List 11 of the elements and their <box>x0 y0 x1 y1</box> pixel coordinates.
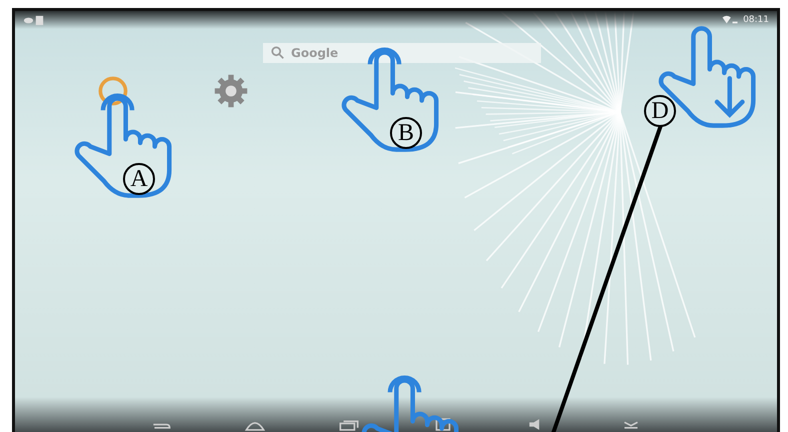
search-icon <box>271 46 285 60</box>
recent-apps-icon[interactable] <box>338 418 360 431</box>
callout-label: D <box>644 95 676 127</box>
notification-icons <box>23 14 45 26</box>
search-placeholder: Google <box>291 46 338 60</box>
settings-icon[interactable] <box>213 73 249 109</box>
search-bar[interactable]: Google <box>263 43 541 63</box>
wifi-battery-icon <box>721 15 740 25</box>
callout-label: A <box>123 163 155 195</box>
callout-label: B <box>390 117 422 149</box>
clock-time: 08:11 <box>743 15 769 25</box>
